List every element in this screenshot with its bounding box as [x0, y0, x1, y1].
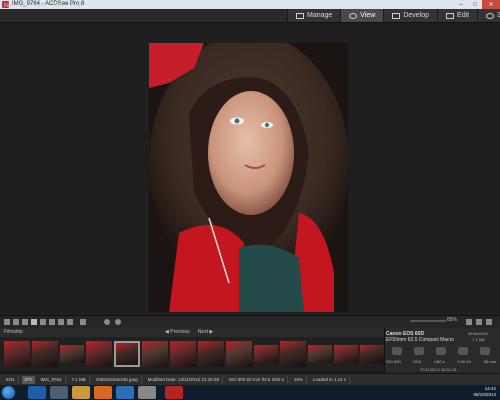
status-bar: 5/31 JPG IMG_9764 7.1 MB 3456x5184x24b j…	[0, 373, 500, 385]
portrait-photo-image	[149, 43, 348, 312]
single-view-icon[interactable]	[13, 319, 19, 325]
exif-iso: ISO 800	[386, 359, 401, 364]
fit-icon[interactable]	[466, 319, 472, 325]
filmstrip-thumbnail[interactable]	[32, 340, 58, 367]
actual-size-icon[interactable]	[476, 319, 482, 325]
zoom-slider[interactable]	[410, 320, 446, 322]
tab-365[interactable]: 365	[477, 9, 500, 22]
status-zoom: 15%	[291, 375, 307, 384]
filmstrip-thumbnail[interactable]	[170, 340, 196, 367]
zoom-tool-icon[interactable]	[80, 319, 86, 325]
explorer-icon[interactable]	[72, 386, 90, 399]
status-size: 7.1 MB	[69, 375, 90, 384]
exif-aperture: f/3.6	[413, 359, 422, 364]
lens-model: EF50mm f/2.5 Compact Macro	[386, 337, 455, 343]
menu-help[interactable]: Help	[71, 2, 81, 11]
aperture-icon	[414, 347, 424, 355]
mode-tabs: Manage View Develop Edit 365	[287, 9, 500, 22]
media-player-icon[interactable]	[50, 386, 68, 399]
zoom-value[interactable]: 85%	[447, 317, 457, 323]
compare-icon[interactable]	[22, 319, 28, 325]
close-icon[interactable]: ✕	[482, 0, 500, 9]
status-dims: 3456x5184x24b jpeg	[93, 375, 142, 384]
status-filename: IMG_9764	[38, 375, 66, 384]
shutter-icon	[436, 347, 446, 355]
crop-icon[interactable]	[67, 319, 73, 325]
next-button[interactable]: Next ▶	[198, 329, 214, 335]
exif-ev: 0.00 eV	[457, 359, 472, 364]
image-viewer	[0, 23, 500, 315]
menu-file[interactable]: File	[4, 2, 12, 11]
status-exif: ISO 800 50 mm f/3.6 1/60 s	[226, 375, 288, 384]
eye-icon	[349, 12, 358, 19]
exposure-comp-icon	[458, 347, 468, 355]
filmstrip-thumbnail[interactable]	[360, 344, 384, 363]
filmstrip-thumbnail[interactable]	[198, 340, 224, 367]
tab-develop[interactable]: Develop	[383, 9, 438, 22]
tab-edit[interactable]: Edit	[437, 9, 478, 22]
exif-icons	[386, 347, 496, 355]
system-clock[interactable]: 14:42 06/10/2014	[473, 386, 496, 398]
filmstrip-thumbnail[interactable]	[226, 340, 252, 367]
color-picker-icon[interactable]	[104, 319, 110, 325]
status-format-badge: JPG	[21, 375, 35, 384]
exposure-icon[interactable]	[115, 319, 121, 325]
filmstrip-thumbnail[interactable]	[142, 340, 168, 367]
filmstrip-nav: ◀ Previous Next ▶	[165, 329, 213, 335]
iso-icon	[392, 347, 402, 355]
firefox-icon[interactable]	[94, 386, 112, 399]
filmstrip-thumbnail[interactable]	[254, 344, 278, 363]
filmstrip-thumbnail[interactable]	[4, 340, 30, 367]
file-size: 7.1 MB	[472, 337, 485, 342]
filmstrip-thumbnail[interactable]	[60, 344, 84, 363]
exif-values: ISO 800 f/3.6 1/60 s 0.00 eV 50 mm	[386, 359, 496, 364]
minimize-icon[interactable]: –	[454, 0, 468, 9]
main-photo[interactable]	[149, 43, 348, 312]
filmstrip-thumbnail[interactable]	[86, 340, 112, 367]
tab-manage[interactable]: Manage	[287, 9, 341, 22]
previous-button[interactable]: ◀ Previous	[165, 329, 190, 335]
filmstrip-thumbnail[interactable]	[334, 344, 358, 363]
info-icon[interactable]	[31, 319, 37, 325]
menu-tools[interactable]: Tools	[52, 2, 64, 11]
menu-edit[interactable]: Edit	[19, 2, 28, 11]
exif-shutter: 1/60 s	[433, 359, 445, 364]
acdsee-taskbar-icon[interactable]	[165, 386, 183, 399]
image-dimensions: 3456x5184	[468, 331, 488, 336]
status-index: 5/31	[3, 375, 19, 384]
edit-icon	[446, 12, 455, 19]
folder-icon[interactable]	[138, 386, 156, 399]
status-loaded: Loaded in 1.14 s	[310, 375, 351, 384]
filmstrip-thumbnail[interactable]	[280, 340, 306, 367]
cloud-icon	[486, 12, 495, 19]
focal-length-icon	[480, 347, 490, 355]
filmstrip-thumbnail[interactable]	[114, 340, 140, 367]
status-modified: Modified Date: 13/11/2013 21:26:28	[145, 375, 223, 384]
filmstrip	[0, 337, 384, 370]
rotate-left-icon[interactable]	[40, 319, 46, 325]
capture-date: 07/11/2013 16:52:18	[420, 367, 457, 372]
filmstrip-thumbnail[interactable]	[308, 344, 332, 363]
filmstrip-toggle-icon[interactable]	[4, 319, 10, 325]
maximize-icon[interactable]: □	[468, 0, 482, 9]
exif-focal: 50 mm	[483, 359, 496, 364]
window-controls: – □ ✕	[454, 0, 500, 9]
start-button-icon[interactable]	[2, 386, 15, 399]
ie-icon[interactable]	[28, 386, 46, 399]
fullscreen-icon[interactable]	[486, 319, 492, 325]
tab-view[interactable]: View	[340, 9, 384, 22]
grid-icon	[296, 12, 304, 19]
clock-date: 06/10/2014	[473, 392, 496, 397]
develop-icon	[392, 12, 401, 19]
rotate-right-icon[interactable]	[49, 319, 55, 325]
menu-list: File Edit View Tools Help	[4, 2, 81, 11]
app-icon[interactable]	[116, 386, 134, 399]
slideshow-icon[interactable]	[58, 319, 64, 325]
filmstrip-label: Filmstrip	[4, 329, 23, 335]
menu-view[interactable]: View	[35, 2, 46, 11]
